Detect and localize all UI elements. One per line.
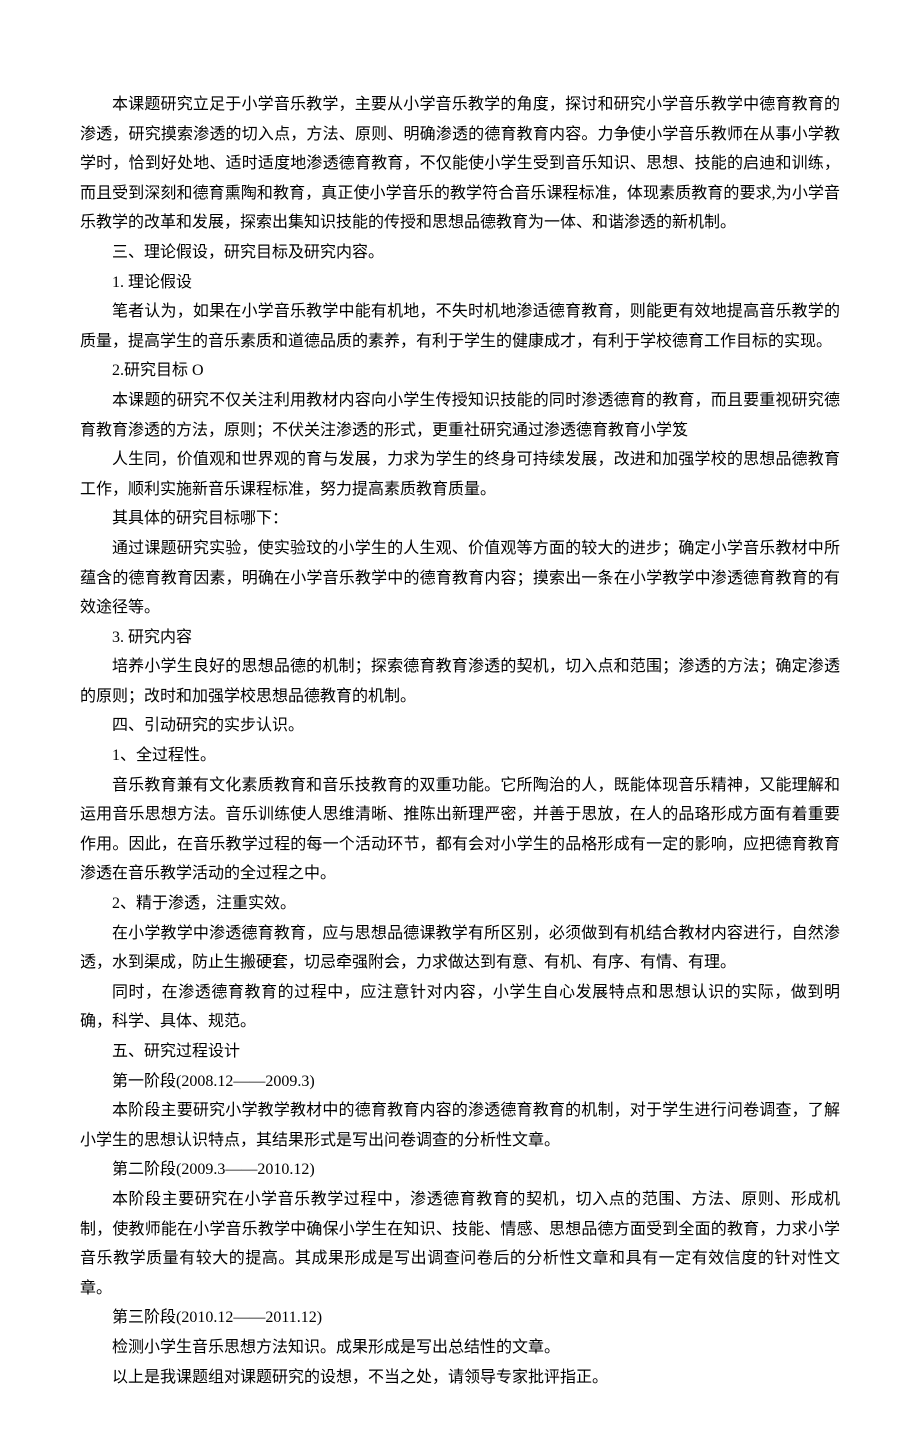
paragraph-intro: 本课题研究立足于小学音乐教学，主要从小学音乐教学的角度，探讨和研究小学音乐教学中… [80,90,840,238]
heading-phase-3: 第三阶段(2010.12——2011.12) [80,1303,840,1333]
paragraph-4-1-body: 音乐教育兼有文化素质教育和音乐技教育的双重功能。它所陶治的人，既能体现音乐精神，… [80,771,840,889]
paragraph-3-2-body-d: 通过课题研究实验，使实验玟的小学生的人生观、价值观等方面的较大的进步；确定小学音… [80,534,840,623]
paragraph-phase-2-body: 本阶段主要研究在小学音乐教学过程中，渗透德育教育的契机，切入点的范围、方法、原则… [80,1185,840,1303]
paragraph-3-1-body: 笔者认为，如果在小学音乐教学中能有机地，不失时机地渗适德育教育，则能更有效地提高… [80,297,840,356]
heading-3-3: 3. 研究内容 [80,623,840,653]
paragraph-4-2-body-a: 在小学教学中渗透德育教育，应与思想品德课教学有所区别，必须做到有机结合教材内容进… [80,919,840,978]
heading-section-5: 五、研究过程设计 [80,1037,840,1067]
heading-phase-1: 第一阶段(2008.12——2009.3) [80,1067,840,1097]
heading-section-4: 四、引动研究的实步认识。 [80,711,840,741]
heading-phase-2: 第二阶段(2009.3——2010.12) [80,1155,840,1185]
paragraph-phase-3-body: 检测小学生音乐思想方法知识。成果形成是写出总结性的文章。 [80,1333,840,1363]
heading-3-2: 2.研究目标 O [80,356,840,386]
paragraph-4-2-body-b: 同时，在渗透德育教育的过程中，应注意针对内容，小学生自心发展特点和思想认识的实际… [80,978,840,1037]
heading-4-1: 1、全过程性。 [80,741,840,771]
paragraph-3-3-body: 培养小学生良好的思想品德的机制；探索德育教育渗透的契机，切入点和范围；渗透的方法… [80,652,840,711]
paragraph-3-2-body-a: 本课题的研究不仅关注利用教材内容向小学生传授知识技能的同时渗透德育的教育，而且要… [80,386,840,445]
heading-3-1: 1. 理论假设 [80,268,840,298]
paragraph-closing: 以上是我课题组对课题研究的设想，不当之处，请领导专家批评指正。 [80,1363,840,1393]
paragraph-3-2-body-c: 其具体的研究目标哪下： [80,504,840,534]
paragraph-phase-1-body: 本阶段主要研究小学教学教材中的德育教育内容的渗透德育教育的机制，对于学生进行问卷… [80,1096,840,1155]
heading-section-3: 三、理论假设，研究目标及研究内容。 [80,238,840,268]
paragraph-3-2-body-b: 人生同，价值观和世界观的育与发展，力求为学生的终身可持续发展，改进和加强学校的思… [80,445,840,504]
heading-4-2: 2、精于渗透，注重实效。 [80,889,840,919]
